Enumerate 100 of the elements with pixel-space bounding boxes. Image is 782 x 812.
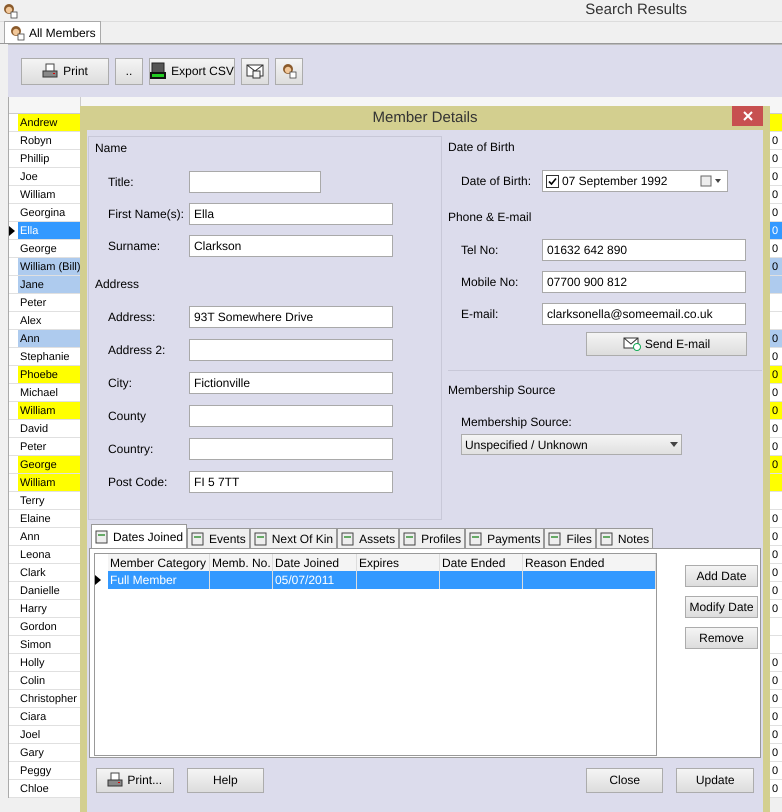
table-cell: William (Bill) [18, 258, 81, 275]
section-heading: Date of Birth [448, 139, 516, 156]
section-heading: Name [95, 140, 128, 157]
tab[interactable]: Next Of Kin [250, 528, 338, 548]
tab[interactable]: Assets [337, 528, 400, 548]
field-label: Mobile No: [461, 274, 520, 291]
table-cell: George [18, 456, 81, 473]
table-cell [770, 114, 782, 131]
send-email-button[interactable]: Send E-mail [586, 332, 747, 356]
window-title: Search Results [585, 0, 687, 20]
tab[interactable]: Files [544, 528, 596, 548]
printer-icon [42, 63, 58, 79]
tab-icon [95, 530, 109, 544]
text-field[interactable] [189, 438, 393, 460]
button[interactable]: Modify Date [685, 596, 758, 618]
table-cell: 0 [770, 222, 782, 239]
grid-cell: 05/07/2011 [273, 571, 357, 589]
mail-button[interactable] [241, 58, 269, 84]
field-label: Surname: [108, 238, 162, 255]
button[interactable]: Update [676, 768, 754, 792]
printer-icon [107, 772, 124, 788]
dialog-title: Member Details [372, 108, 478, 128]
field-label: E-mail: [461, 306, 500, 323]
text-field[interactable] [189, 171, 321, 193]
text-field[interactable] [189, 405, 393, 427]
text-field[interactable]: FI 5 7TT [189, 471, 393, 493]
table-cell: Jane [18, 276, 81, 293]
tab-icon [341, 532, 356, 546]
tab-icon [403, 532, 418, 546]
table-cell: Ann [18, 330, 81, 347]
tab[interactable]: Dates Joined [91, 524, 188, 548]
section-heading: Membership Source [448, 382, 556, 399]
tab[interactable]: Notes [596, 528, 654, 548]
grid-cell [210, 571, 273, 589]
field-label: Post Code: [108, 474, 168, 491]
app-icon [2, 2, 18, 18]
table-cell: Phoebe [18, 366, 81, 383]
button[interactable]: Add Date [685, 565, 758, 587]
spreadsheet-icon [150, 62, 166, 80]
table-cell: 0 [770, 366, 782, 383]
source-dropdown[interactable]: Unspecified / Unknown [461, 434, 682, 455]
text-field[interactable] [189, 339, 393, 361]
table-cell: William [18, 474, 81, 491]
text-field[interactable]: 07700 900 812 [542, 271, 746, 293]
row-pointer-icon [95, 575, 101, 585]
table-cell: Ella [18, 222, 81, 239]
text-field[interactable]: 01632 642 890 [542, 239, 746, 261]
section-heading: Phone & E-mail [448, 209, 532, 226]
field-label: Tel No: [461, 242, 500, 259]
tab[interactable]: Events [187, 528, 250, 548]
field-label: Country: [108, 441, 154, 458]
table-cell: Andrew [18, 114, 81, 131]
tab-icon [548, 532, 562, 546]
dropdown-arrow-icon [670, 442, 678, 447]
table-cell [770, 276, 782, 293]
table-cell [770, 474, 782, 491]
text-field[interactable]: clarksonella@someemail.co.uk [542, 303, 746, 325]
field-label: Membership Source: [460, 414, 573, 431]
calendar-dropdown-icon [700, 175, 724, 187]
tab-icon [254, 532, 268, 546]
close-icon [742, 111, 752, 121]
text-field[interactable]: Fictionville [189, 372, 393, 394]
table-cell: 0 [770, 258, 782, 275]
text-field[interactable]: Ella [189, 203, 393, 225]
more-button[interactable]: .. [115, 58, 143, 84]
button[interactable]: Help [186, 768, 264, 792]
table-cell: William [18, 402, 81, 419]
table-cell: 0 [770, 402, 782, 419]
button[interactable]: Close [586, 768, 664, 792]
tab-icon [469, 532, 484, 546]
tab[interactable]: All Members [4, 21, 101, 43]
envelope-icon [246, 62, 264, 80]
dropdown-value: Unspecified / Unknown [465, 436, 588, 454]
tab[interactable]: Profiles [399, 528, 466, 548]
table-cell: 0 [770, 330, 782, 347]
field-label: City: [108, 375, 133, 392]
checkmark-icon [548, 176, 557, 186]
field-label: Title: [108, 174, 135, 191]
close-button[interactable] [732, 106, 763, 126]
checkbox[interactable] [546, 174, 559, 188]
field-label: Date of Birth: [461, 173, 532, 190]
date-value: 07 September 1992 [562, 173, 668, 190]
date-picker[interactable]: 07 September 1992 [542, 170, 728, 192]
text-field[interactable]: 93T Somewhere Drive [189, 306, 393, 328]
field-label: County [108, 408, 148, 425]
button[interactable]: Remove [685, 627, 758, 649]
person-icon [281, 63, 297, 79]
table-cell: 0 [770, 456, 782, 473]
field-label: Address: [108, 309, 156, 326]
button[interactable]: Print... [96, 768, 174, 792]
export-button[interactable]: Export CSV [149, 58, 235, 84]
print-button[interactable]: Print [21, 58, 109, 84]
person-icon [9, 24, 25, 40]
field-label: Address 2: [108, 342, 166, 359]
tab-icon [191, 532, 206, 546]
text-field[interactable]: Clarkson [189, 235, 393, 257]
grid-cell: Full Member [108, 571, 210, 589]
member-button[interactable] [275, 58, 303, 84]
tab-icon [600, 532, 614, 546]
tab[interactable]: Payments [465, 528, 544, 548]
